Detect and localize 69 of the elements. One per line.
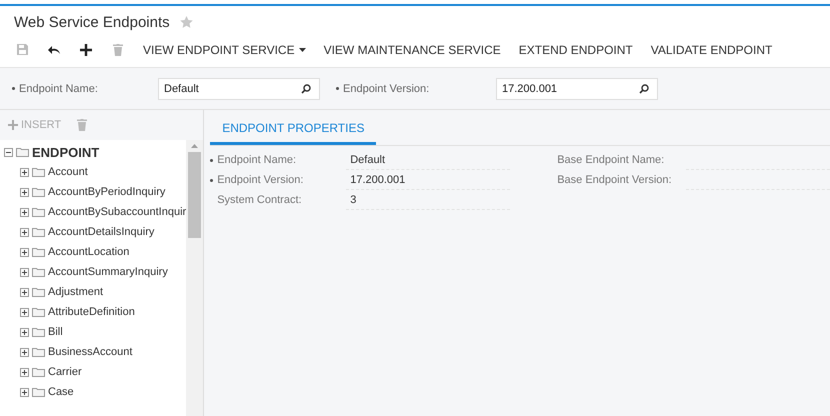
expand-icon[interactable] <box>20 228 29 236</box>
tree-node[interactable]: BusinessAccount <box>4 342 186 362</box>
tree-node[interactable]: AccountDetailsInquiry <box>4 222 186 242</box>
expand-icon[interactable] <box>20 328 29 336</box>
folder-icon <box>32 347 45 357</box>
folder-icon <box>16 147 29 157</box>
trash-icon <box>113 44 123 56</box>
toolbar-button[interactable]: VIEW MAINTENANCE SERVICE <box>314 38 510 60</box>
folder-icon <box>32 287 45 297</box>
expand-icon[interactable] <box>20 188 29 196</box>
search-icon[interactable] <box>639 84 649 94</box>
field-label: Endpoint Version: <box>336 82 496 94</box>
collapse-icon[interactable] <box>4 148 13 156</box>
expand-icon[interactable] <box>20 368 29 376</box>
tab[interactable]: ENDPOINT PROPERTIES <box>210 114 376 145</box>
undo-icon <box>48 44 60 54</box>
property-value: Default <box>346 150 510 170</box>
toolbar-button[interactable]: VIEW ENDPOINT SERVICE <box>134 38 315 60</box>
toolbar-button[interactable]: VALIDATE ENDPOINT <box>642 38 782 60</box>
folder-icon <box>32 387 45 397</box>
folder-icon <box>32 167 45 177</box>
tree-node[interactable]: AccountLocation <box>4 242 186 262</box>
caret-icon <box>298 48 306 52</box>
folder-icon <box>32 307 45 317</box>
toolbar-button[interactable]: EXTEND ENDPOINT <box>510 38 642 60</box>
property-label: Endpoint Name: <box>210 154 346 166</box>
folder-icon <box>32 327 45 337</box>
folder-icon <box>32 207 45 217</box>
expand-icon[interactable] <box>20 308 29 316</box>
tree-node[interactable]: AccountSummaryInquiry <box>4 262 186 282</box>
search-icon[interactable] <box>301 84 311 94</box>
plus-icon <box>80 44 92 56</box>
property-value: 3 <box>346 190 510 210</box>
lookup-field[interactable]: Default <box>158 78 320 100</box>
expand-icon[interactable] <box>20 388 29 396</box>
tree-node[interactable]: Carrier <box>4 362 186 382</box>
expand-icon[interactable] <box>20 208 29 216</box>
scrollbar[interactable] <box>186 140 204 416</box>
folder-icon <box>32 367 45 377</box>
trash-icon <box>77 119 88 131</box>
tree-node[interactable]: AttributeDefinition <box>4 302 186 322</box>
property-label: System Contract: <box>216 194 303 206</box>
tree-node[interactable]: AccountBySubaccountInquir <box>4 202 186 222</box>
property-label: Base Endpoint Version: <box>556 174 673 186</box>
tree-node[interactable]: Adjustment <box>4 282 186 302</box>
tree-node[interactable]: ENDPOINT <box>4 142 186 162</box>
folder-icon <box>32 187 45 197</box>
folder-icon <box>32 267 45 277</box>
folder-icon <box>32 227 45 237</box>
tree-node[interactable]: AccountByPeriodInquiry <box>4 182 186 202</box>
star-icon[interactable] <box>180 16 193 28</box>
expand-icon[interactable] <box>20 248 29 256</box>
property-label: Endpoint Version: <box>210 174 346 186</box>
tree-node[interactable]: Account <box>4 162 186 182</box>
save-icon <box>16 44 28 55</box>
page-title: Web Service Endpoints <box>14 14 170 30</box>
field-label: Endpoint Name: <box>12 82 158 94</box>
expand-icon[interactable] <box>20 268 29 276</box>
expand-icon[interactable] <box>20 348 29 356</box>
lookup-field[interactable]: 17.200.001 <box>496 78 658 100</box>
plus-icon <box>8 120 18 130</box>
scroll-thumb[interactable] <box>188 152 202 238</box>
property-label: Base Endpoint Name: <box>556 154 666 166</box>
tree-node[interactable]: Case <box>4 382 186 402</box>
folder-icon <box>32 247 45 257</box>
tree-node[interactable]: Bill <box>4 322 186 342</box>
property-value: 17.200.001 <box>346 170 510 190</box>
expand-icon[interactable] <box>20 288 29 296</box>
expand-icon[interactable] <box>20 168 29 176</box>
